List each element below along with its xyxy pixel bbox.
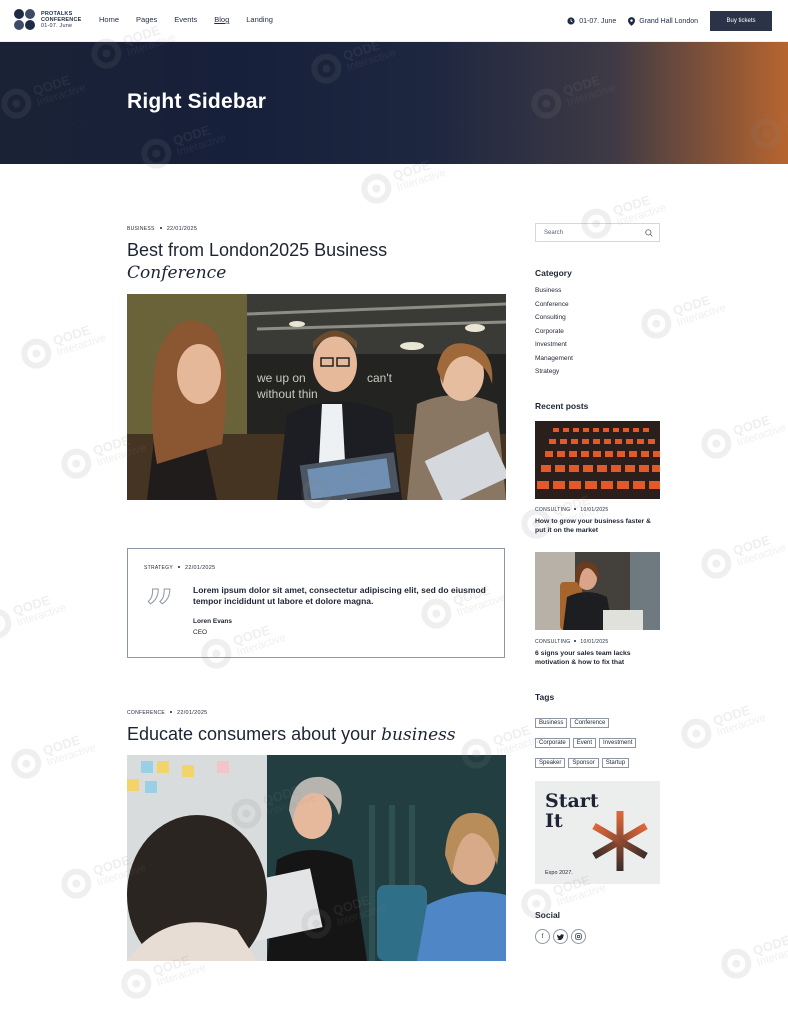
tag-link[interactable]: Event (572, 738, 597, 748)
post-category[interactable]: STRATEGY (144, 565, 173, 571)
recent-post-category[interactable]: CONSULTING (535, 639, 570, 645)
quote-icon: ” (144, 578, 176, 648)
post-title-italic: business (381, 725, 456, 745)
instagram-icon[interactable] (571, 929, 586, 944)
nav-events[interactable]: Events (174, 15, 197, 24)
page-hero: Right Sidebar (0, 42, 788, 164)
watermark-logo: QODEInteractive (7, 727, 98, 783)
quote-role: CEO (193, 629, 208, 636)
recent-post-date[interactable]: 10/01/2025 (580, 639, 608, 645)
clock-icon (567, 17, 575, 25)
recent-post-title[interactable]: How to grow your business faster & put i… (535, 518, 660, 535)
facebook-icon[interactable]: f (535, 929, 550, 944)
category-link[interactable]: Business (535, 287, 573, 301)
post-meta: CONFERENCE 22/01/2025 (127, 710, 208, 716)
asterisk-graphic (592, 811, 648, 871)
quote-post[interactable]: STRATEGY 22/01/2025 ” Lorem ipsum dolor s… (127, 548, 505, 658)
promo-banner[interactable]: Start It Expo 2027. (535, 781, 660, 884)
recent-post-date[interactable]: 10/01/2025 (580, 507, 608, 513)
recent-post-image[interactable] (535, 421, 660, 499)
watermark-logo: QODEInteractive (637, 287, 728, 343)
nav-blog[interactable]: Blog (214, 15, 229, 24)
watermark-logo: QODEInteractive (677, 697, 768, 753)
recent-post-image[interactable] (535, 552, 660, 630)
twitter-icon[interactable] (553, 929, 568, 944)
search-icon[interactable] (645, 229, 653, 237)
watermark-logo: QODEInteractive (697, 407, 788, 463)
post-title[interactable]: Best from London2025 Business Conference (127, 239, 507, 284)
tag-cloud: Business Conference Corporate Event Investm… (535, 711, 665, 771)
venue-text: Grand Hall London (639, 17, 698, 25)
watermark-logo: QODEInteractive (717, 927, 788, 983)
date-text: 01-07. June (579, 17, 617, 25)
post-category[interactable]: CONFERENCE (127, 710, 165, 716)
buy-tickets-button[interactable]: Buy tickets (710, 11, 772, 31)
tags-heading: Tags (535, 692, 555, 702)
recent-post-category[interactable]: CONSULTING (535, 507, 570, 513)
post-meta: STRATEGY 22/01/2025 (144, 565, 216, 571)
post-image[interactable] (127, 755, 506, 961)
event-venue: Grand Hall London (628, 16, 698, 26)
promo-subtitle: Expo 2027. (545, 870, 573, 876)
category-link[interactable]: Strategy (535, 368, 573, 382)
svg-text:without thin: without thin (256, 387, 318, 401)
nav-landing[interactable]: Landing (246, 15, 273, 24)
social-heading: Social (535, 910, 561, 920)
search-placeholder: Search (544, 230, 564, 236)
category-heading: Category (535, 268, 572, 278)
post-date[interactable]: 22/01/2025 (185, 565, 216, 571)
recent-post-title[interactable]: 6 signs your sales team lacks motivation… (535, 650, 660, 667)
category-list: Business Conference Consulting Corporate… (535, 287, 573, 382)
watermark-logo: QODEInteractive (697, 527, 788, 583)
svg-text:we up on: we up on (256, 371, 306, 385)
logo-icon (14, 9, 36, 31)
event-date: 01-07. June (567, 17, 616, 25)
recent-post-meta: CONSULTING 10/01/2025 (535, 639, 608, 645)
post-title-text: Best from London2025 Business (127, 240, 388, 260)
recent-posts-heading: Recent posts (535, 401, 589, 411)
nav-home[interactable]: Home (99, 15, 119, 24)
logo-text: PROTALKS CONFERENCE 01-07. June (41, 11, 82, 29)
category-link[interactable]: Conference (535, 301, 573, 315)
post-category[interactable]: BUSINESS (127, 226, 155, 232)
page-title: Right Sidebar (127, 90, 267, 113)
nav-pages[interactable]: Pages (136, 15, 157, 24)
svg-text:can't: can't (367, 371, 393, 385)
quote-author: Loren Evans (193, 618, 233, 625)
post-date[interactable]: 22/01/2025 (167, 226, 198, 232)
tag-link[interactable]: Speaker (535, 758, 566, 768)
category-link[interactable]: Management (535, 355, 573, 369)
tag-link[interactable]: Startup (601, 758, 630, 768)
recent-post-meta: CONSULTING 10/01/2025 (535, 507, 608, 513)
tag-link[interactable]: Business (535, 718, 568, 728)
location-pin-icon (628, 16, 636, 26)
post-image[interactable]: we up on can't without thin (127, 294, 506, 500)
tag-link[interactable]: Investment (599, 738, 637, 748)
tag-link[interactable]: Corporate (535, 738, 570, 748)
category-link[interactable]: Corporate (535, 328, 573, 342)
quote-text: Lorem ipsum dolor sit amet, consectetur … (193, 585, 486, 606)
site-logo[interactable]: PROTALKS CONFERENCE 01-07. June (14, 9, 82, 31)
post-title-italic: Conference (127, 263, 227, 283)
watermark-logo: QODEInteractive (17, 317, 108, 373)
watermark-logo: QODEInteractive (0, 587, 68, 643)
social-links: f (535, 929, 589, 944)
post-date[interactable]: 22/01/2025 (177, 710, 208, 716)
post-title-text: Educate consumers about your (127, 724, 377, 744)
main-nav: Home Pages Events Blog Landing (99, 15, 290, 24)
post-title[interactable]: Educate consumers about your business (127, 723, 507, 746)
search-input[interactable]: Search (535, 223, 660, 242)
category-link[interactable]: Consulting (535, 314, 573, 328)
tag-link[interactable]: Conference (570, 718, 610, 728)
tag-link[interactable]: Sponsor (568, 758, 599, 768)
top-header: PROTALKS CONFERENCE 01-07. June Home Pag… (0, 0, 788, 42)
category-link[interactable]: Investment (535, 341, 573, 355)
post-meta: BUSINESS 22/01/2025 (127, 226, 197, 232)
